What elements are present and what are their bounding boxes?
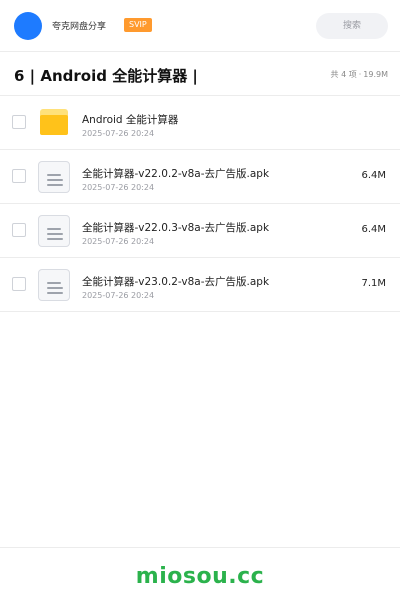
app-name: 夸克网盘分享 (52, 22, 107, 32)
item-name[interactable]: 全能计算器-v23.0.2-v8a-去广告版.apk (82, 274, 269, 289)
folder-meta: 共 4 项 · 19.9M (331, 69, 388, 80)
file-list: Android 全能计算器 2025-07-26 20:24 全能计算器-v22… (0, 96, 400, 312)
file-icon (38, 269, 70, 301)
meta-separator: · (358, 70, 362, 79)
item-size: 6.4M (361, 170, 386, 181)
list-item[interactable]: 全能计算器-v23.0.2-v8a-去广告版.apk 2025-07-26 20… (0, 258, 400, 312)
search-input[interactable]: 搜索 (316, 13, 388, 39)
item-date: 2025-07-26 20:24 (82, 183, 155, 192)
item-checkbox[interactable] (12, 115, 26, 129)
svip-badge: SVIP (124, 18, 152, 32)
watermark-text: miosou.cc (135, 564, 265, 589)
item-name[interactable]: 全能计算器-v22.0.2-v8a-去广告版.apk (82, 166, 269, 181)
item-date: 2025-07-26 20:24 (82, 291, 155, 300)
item-checkbox[interactable] (12, 223, 26, 237)
top-header: 夸克网盘分享 SVIP 搜索 (0, 0, 400, 52)
item-size: 7.1M (361, 278, 386, 289)
item-date: 2025-07-26 20:24 (82, 237, 155, 246)
list-item[interactable]: 全能计算器-v22.0.3-v8a-去广告版.apk 2025-07-26 20… (0, 204, 400, 258)
item-size: 6.4M (361, 224, 386, 235)
item-checkbox[interactable] (12, 169, 26, 183)
footer: miosou.cc (0, 547, 400, 600)
item-date: 2025-07-26 20:24 (82, 129, 155, 138)
folder-icon (38, 107, 70, 139)
list-item[interactable]: 全能计算器-v22.0.2-v8a-去广告版.apk 2025-07-26 20… (0, 150, 400, 204)
total-size: 19.9M (363, 70, 388, 79)
file-icon (38, 161, 70, 193)
item-name[interactable]: Android 全能计算器 (82, 112, 178, 127)
folder-title-bar: 6 | Android 全能计算器 | 共 4 项 · 19.9M (0, 52, 400, 96)
avatar[interactable] (14, 12, 42, 40)
item-checkbox[interactable] (12, 277, 26, 291)
item-name[interactable]: 全能计算器-v22.0.3-v8a-去广告版.apk (82, 220, 269, 235)
page-title: 6 | Android 全能计算器 | (14, 67, 198, 85)
list-item[interactable]: Android 全能计算器 2025-07-26 20:24 (0, 96, 400, 150)
file-icon (38, 215, 70, 247)
item-count: 共 4 项 (330, 70, 357, 79)
